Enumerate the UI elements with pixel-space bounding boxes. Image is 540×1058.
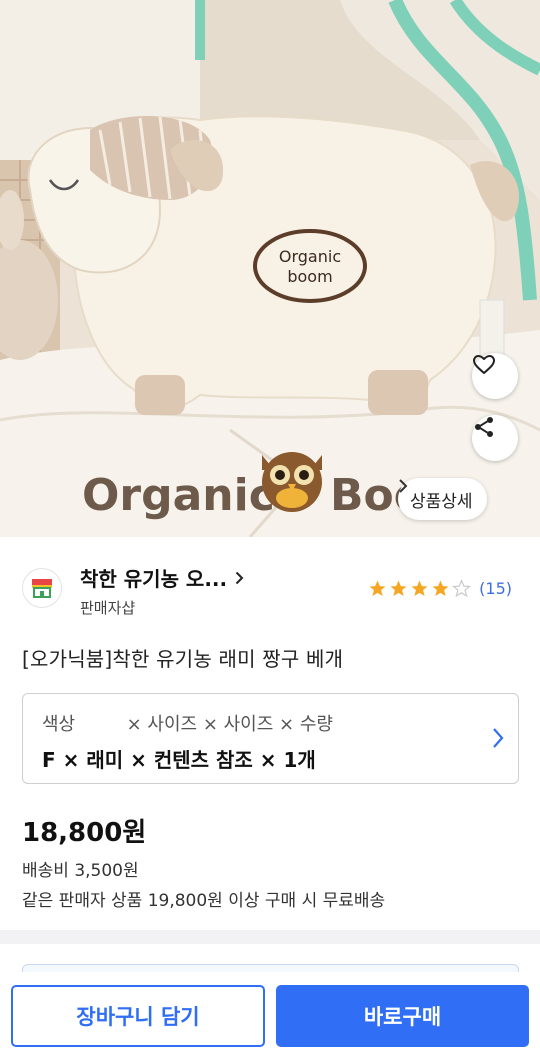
- seller-type-label: 판매자샵: [80, 599, 136, 617]
- star-filled-icon: [390, 580, 407, 597]
- option-values: F × 래미 × 컨텐츠 참조 × 1개: [42, 748, 316, 772]
- product-photo: Organic boom Organic Boo: [0, 0, 540, 537]
- product-title: [오가닉붐]착한 유기농 래미 짱구 베개: [22, 647, 344, 671]
- chevron-right-icon: [493, 728, 504, 748]
- bottom-action-bar: 장바구니 담기 바로구매: [0, 972, 540, 1058]
- heart-icon: [473, 355, 495, 374]
- chevron-right-icon: [235, 571, 244, 584]
- product-detail-label: 상품상세: [410, 491, 473, 512]
- pillow-emblem-text: boom: [287, 267, 332, 286]
- shipping-fee: 배송비 3,500원: [22, 861, 139, 881]
- section-divider: [0, 930, 540, 944]
- seller-name: 착한 유기농 오...: [80, 567, 228, 591]
- seller-row[interactable]: 착한 유기농 오... 판매자샵 (15): [0, 537, 540, 627]
- product-price: 18,800원: [22, 818, 147, 848]
- free-shipping-note: 같은 판매자 상품 19,800원 이상 구매 시 무료배송: [22, 891, 386, 911]
- star-filled-icon: [411, 580, 428, 597]
- seller-avatar[interactable]: [22, 568, 62, 608]
- seller-name-link[interactable]: 착한 유기농 오...: [80, 563, 244, 592]
- owl-logo: [262, 452, 322, 512]
- rating-summary[interactable]: (15): [368, 579, 512, 598]
- star-filled-icon: [432, 580, 449, 597]
- share-button[interactable]: [472, 415, 518, 461]
- brand-watermark-text: Organic: [82, 470, 275, 521]
- star-filled-icon: [369, 580, 386, 597]
- review-count: (15): [479, 579, 512, 598]
- share-icon: [475, 417, 493, 437]
- option-labels: 색상 × 사이즈 × 사이즈 × 수량: [42, 714, 333, 735]
- pillow-emblem-text: Organic: [279, 247, 341, 266]
- store-icon: [32, 579, 52, 598]
- star-empty-icon: [452, 579, 472, 598]
- product-detail-button[interactable]: 상품상세: [398, 478, 487, 520]
- chevron-right-icon: [399, 479, 408, 493]
- product-image[interactable]: Organic boom Organic Boo 상품상세: [0, 0, 540, 537]
- add-to-cart-button[interactable]: 장바구니 담기: [11, 985, 265, 1047]
- favorite-button[interactable]: [472, 353, 518, 399]
- option-selector[interactable]: 색상 × 사이즈 × 사이즈 × 수량 F × 래미 × 컨텐츠 참조 × 1개: [22, 693, 519, 784]
- buy-now-button[interactable]: 바로구매: [276, 985, 529, 1047]
